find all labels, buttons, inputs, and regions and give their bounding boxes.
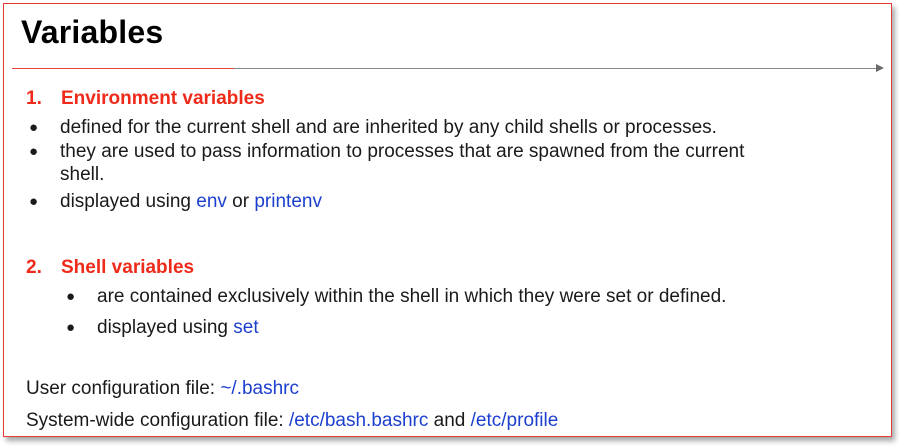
section-title: Environment variables	[61, 88, 265, 109]
list-item-text: defined for the current shell and are in…	[60, 117, 717, 138]
user-config-file: ~/.bashrc	[220, 378, 300, 399]
section-number: 1.	[26, 88, 42, 109]
list-item-text: displayed using set	[97, 316, 259, 339]
bullet-icon: ●	[29, 143, 39, 160]
page-title: Variables	[21, 14, 164, 50]
list-item-conjunction: or	[226, 191, 255, 212]
bullet-icon: ●	[66, 319, 76, 336]
list-item-text-continued: shell.	[60, 164, 105, 185]
underline-line	[234, 68, 876, 69]
list-item-prefix: displayed using	[97, 317, 234, 338]
bullet-icon: ●	[66, 288, 76, 305]
system-config-conjunction: and	[428, 410, 471, 431]
arrow-right-icon	[876, 64, 884, 72]
system-config-file-profile: /etc/profile	[470, 410, 559, 431]
list-item-text: displayed using env or printenv	[60, 190, 322, 213]
section-number: 2.	[26, 257, 42, 278]
bullet-icon: ●	[29, 119, 39, 136]
underline-accent	[12, 68, 234, 69]
section-heading-shell: 2. Shell variables	[26, 257, 194, 279]
slide: Variables 1. Environment variables ● defi…	[3, 3, 892, 437]
list-item-prefix: displayed using	[60, 191, 197, 212]
user-config-line: User configuration file: ~/.bashrc	[26, 378, 299, 400]
bullet-icon: ●	[29, 193, 39, 210]
system-config-line: System-wide configuration file: /etc/bas…	[26, 410, 558, 432]
list-item-text: they are used to pass information to pro…	[60, 141, 745, 162]
system-config-label: System-wide configuration file:	[26, 410, 289, 431]
section-title: Shell variables	[61, 257, 195, 278]
system-config-file-bashrc: /etc/bash.bashrc	[288, 410, 429, 431]
command-env: env	[196, 191, 227, 212]
list-item-text: are contained exclusively within the she…	[97, 286, 727, 307]
command-set: set	[233, 317, 259, 338]
section-heading-environment: 1. Environment variables	[26, 88, 265, 110]
user-config-label: User configuration file:	[26, 378, 221, 399]
command-printenv: printenv	[254, 191, 322, 212]
